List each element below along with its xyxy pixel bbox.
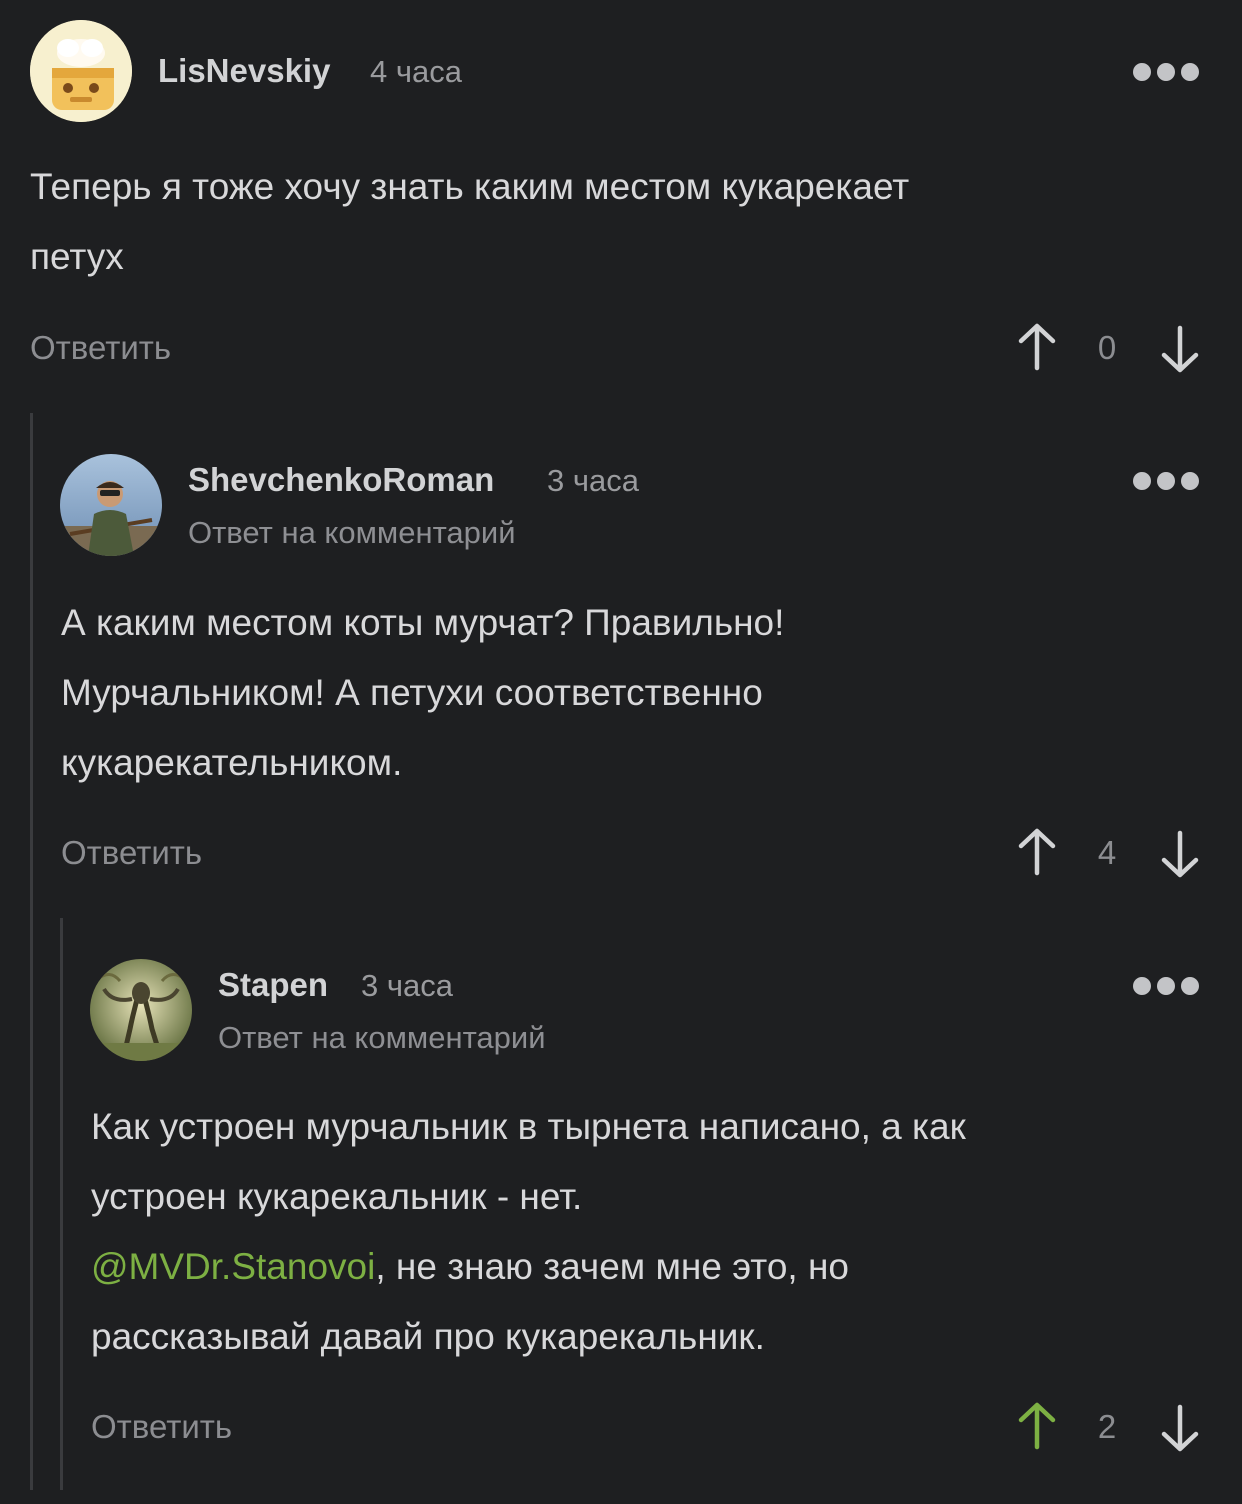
thread-line-level-1 (30, 413, 33, 1490)
downvote-arrow-icon[interactable] (1158, 829, 1202, 879)
body-line: А каким местом коты мурчат? Правильно! (61, 602, 785, 643)
body-line: @MVDr.Stanovoi, не знаю зачем мне это, н… (91, 1232, 1211, 1302)
body-line: Как устроен мурчальник в тырнета написан… (91, 1106, 966, 1147)
reply-to-label[interactable]: Ответ на комментарий (218, 1020, 546, 1056)
more-options-icon[interactable] (1133, 471, 1199, 491)
body-line: кукарекательником. (61, 742, 403, 783)
more-options-icon[interactable] (1133, 976, 1199, 996)
downvote-arrow-icon[interactable] (1158, 324, 1202, 374)
body-line-rest: , не знаю зачем мне это, но (375, 1246, 849, 1287)
comment-body: Теперь я тоже хочу знать каким местом ку… (30, 152, 1210, 292)
body-line: Теперь я тоже хочу знать каким местом ку… (30, 166, 910, 207)
reply-button[interactable]: Ответить (91, 1408, 232, 1446)
comment-time: 3 часа (547, 463, 639, 498)
username[interactable]: LisNevskiy (158, 52, 330, 90)
reply-to-label[interactable]: Ответ на комментарий (188, 515, 516, 551)
avatar-creature-image (90, 959, 192, 1061)
avatar[interactable] (90, 959, 192, 1061)
vote-count: 4 (1097, 834, 1117, 871)
avatar[interactable] (30, 20, 132, 122)
comment-time: 3 часа (361, 968, 453, 1003)
more-options-icon[interactable] (1133, 62, 1199, 82)
avatar-man-photo (60, 454, 162, 556)
username[interactable]: ShevchenkoRoman (188, 461, 494, 499)
body-line: Мурчальником! А петухи соответственно (61, 672, 763, 713)
reply-button[interactable]: Ответить (61, 834, 202, 872)
upvote-arrow-icon[interactable] (1015, 827, 1059, 877)
reply-button[interactable]: Ответить (30, 329, 171, 367)
username[interactable]: Stapen (218, 966, 328, 1004)
comment-body: Как устроен мурчальник в тырнета написан… (91, 1092, 1211, 1372)
comment-time: 4 часа (370, 54, 462, 89)
body-line: петух (30, 236, 124, 277)
body-line: рассказывай давай про кукарекальник. (91, 1316, 765, 1357)
upvote-arrow-icon[interactable] (1015, 322, 1059, 372)
upvote-arrow-icon-active[interactable] (1015, 1401, 1059, 1451)
vote-count: 2 (1097, 1408, 1117, 1445)
avatar[interactable] (60, 454, 162, 556)
user-mention-link[interactable]: @MVDr.Stanovoi (91, 1246, 375, 1287)
downvote-arrow-icon[interactable] (1158, 1403, 1202, 1453)
comment-body: А каким местом коты мурчат? Правильно! М… (61, 588, 1211, 798)
avatar-chef-image (30, 20, 132, 122)
vote-count: 0 (1097, 329, 1117, 366)
thread-line-level-2 (60, 918, 63, 1490)
body-line: устроен кукарекальник - нет. (91, 1176, 583, 1217)
